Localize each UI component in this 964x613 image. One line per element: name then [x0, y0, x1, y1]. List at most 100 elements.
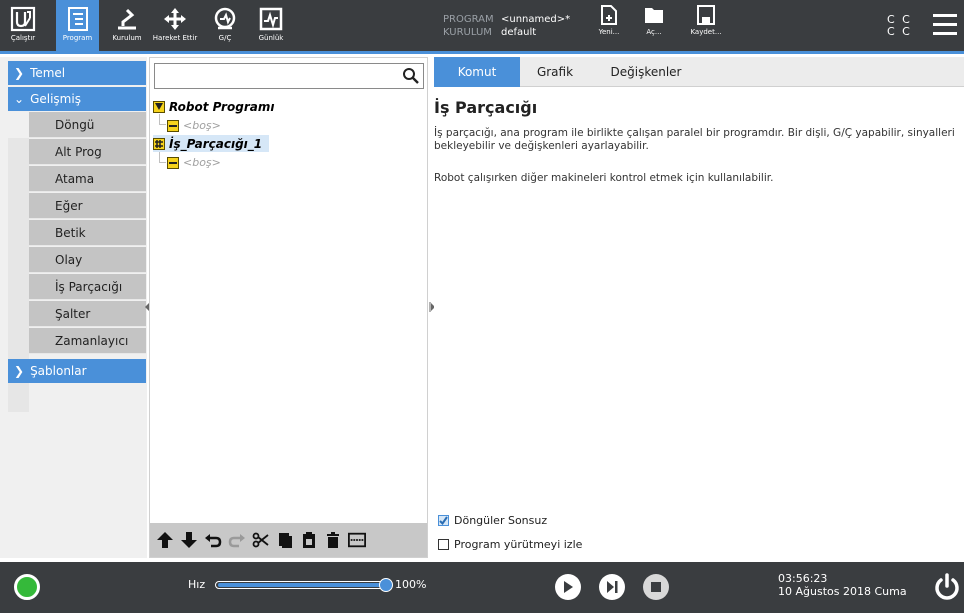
loop-forever-label: Döngüler Sonsuz: [454, 514, 548, 527]
date-display: 10 Ağustos 2018 Cuma: [778, 585, 907, 598]
collapse-triangle-icon[interactable]: [153, 100, 165, 113]
program-name: <unnamed>*: [501, 14, 571, 25]
thread-icon: [153, 137, 165, 150]
chevron-down-icon: ⌄: [14, 92, 25, 106]
robot-status-indicator[interactable]: [14, 574, 40, 600]
tree-node-label: Robot Programı: [169, 99, 275, 114]
loop-forever-option[interactable]: Döngüler Sonsuz: [438, 514, 547, 527]
tree-connector: [159, 162, 166, 163]
move-down-icon[interactable]: [180, 531, 198, 549]
speed-slider-fill: [218, 583, 386, 587]
nav-log-label: Günlük: [258, 34, 284, 42]
loop-forever-checkbox[interactable]: [438, 515, 449, 526]
empty-node-icon: [167, 156, 179, 169]
left-nav: ❯ Temel ⌄ Gelişmiş Döngü Alt Prog Atama …: [0, 57, 147, 558]
track-execution-label: Program yürütmeyi izle: [454, 538, 583, 551]
open-label: Aç...: [646, 28, 662, 36]
top-bar: Çalıştır Program Kurulum Hareket Ettir G…: [0, 0, 964, 54]
nav-item-loop[interactable]: Döngü: [29, 112, 146, 138]
nav-item-if[interactable]: Eğer: [29, 193, 146, 219]
nav-templates[interactable]: ❯ Şablonlar: [8, 359, 146, 383]
nav-item-label: Betik: [55, 225, 86, 240]
search-icon[interactable]: [402, 67, 420, 85]
save-button[interactable]: Kaydet...: [686, 4, 726, 36]
nav-item-thread[interactable]: İş Parçacığı: [29, 274, 146, 300]
nav-item-label: Şalter: [55, 306, 91, 321]
suppress-icon[interactable]: [348, 531, 366, 549]
program-icon: [67, 7, 88, 31]
copy-icon[interactable]: [276, 531, 294, 549]
nav-item-label: Zamanlayıcı: [55, 333, 129, 348]
cut-icon[interactable]: [252, 531, 270, 549]
tree-node-label: <boş>: [183, 156, 221, 169]
tab-variables[interactable]: Değişkenler: [590, 57, 702, 87]
nav-run[interactable]: Çalıştır: [0, 0, 46, 51]
tab-command[interactable]: Komut: [434, 57, 520, 87]
new-button[interactable]: Yeni...: [589, 4, 629, 36]
tree-connector: [159, 114, 160, 124]
speed-slider-knob[interactable]: [379, 578, 393, 592]
log-icon: [259, 7, 283, 31]
hamburger-menu-icon[interactable]: [933, 14, 957, 36]
tab-label: Komut: [457, 65, 497, 79]
move-up-icon[interactable]: [156, 531, 174, 549]
installation-name: default: [501, 27, 537, 38]
nav-program[interactable]: Program: [56, 0, 99, 51]
nav-item-assign[interactable]: Atama: [29, 166, 146, 192]
tree-node-label: İş_Parçacığı_1: [169, 136, 263, 151]
nav-templates-label: Şablonlar: [30, 364, 87, 378]
checkmark-icon: [439, 516, 448, 525]
nav-item-script[interactable]: Betik: [29, 220, 146, 246]
nav-item-switch[interactable]: Şalter: [29, 301, 146, 327]
step-button[interactable]: [599, 574, 625, 600]
nav-item-label: Döngü: [55, 117, 95, 132]
stop-button[interactable]: [643, 574, 669, 600]
tab-bar: Komut Grafik Değişkenler: [434, 57, 964, 87]
nav-move[interactable]: Hareket Ettir: [150, 0, 200, 51]
installation-key: KURULUM: [443, 27, 492, 38]
redo-icon[interactable]: [228, 531, 246, 549]
program-key: PROGRAM: [443, 14, 494, 25]
paste-icon[interactable]: [300, 531, 318, 549]
nav-installation[interactable]: Kurulum: [107, 0, 147, 51]
tree-node-thread[interactable]: İş_Parçacığı_1: [153, 135, 269, 152]
nav-item-label: Olay: [55, 252, 83, 267]
nav-program-label: Program: [62, 34, 93, 42]
track-execution-checkbox[interactable]: [438, 539, 449, 550]
stop-icon: [651, 582, 661, 592]
tree-node-robot-program[interactable]: Robot Programı: [153, 98, 274, 115]
power-icon[interactable]: [933, 573, 961, 601]
command-panel: Komut Grafik Değişkenler İş Parçacığı İş…: [434, 57, 964, 558]
nav-log[interactable]: Günlük: [252, 0, 290, 51]
nav-item-timer[interactable]: Zamanlayıcı: [29, 328, 146, 354]
track-execution-option[interactable]: Program yürütmeyi izle: [438, 538, 582, 551]
play-icon: [564, 581, 573, 593]
command-heading: İş Parçacığı: [434, 98, 538, 117]
play-button[interactable]: [555, 574, 581, 600]
tab-graphics[interactable]: Grafik: [520, 57, 590, 87]
search-input[interactable]: [154, 63, 424, 89]
move-arrows-icon: [164, 8, 186, 30]
top-bar-accent: [0, 51, 964, 54]
nav-advanced[interactable]: ⌄ Gelişmiş: [8, 87, 146, 111]
nav-io[interactable]: G/Ç: [208, 0, 242, 51]
tree-node-empty[interactable]: <boş>: [167, 154, 221, 171]
new-label: Yeni...: [598, 28, 620, 36]
robot-arm-icon: [118, 8, 136, 30]
nav-item-subprog[interactable]: Alt Prog: [29, 139, 146, 165]
open-button[interactable]: Aç...: [634, 4, 674, 36]
tree-node-empty[interactable]: <boş>: [167, 117, 221, 134]
undo-icon[interactable]: [204, 531, 222, 549]
bottom-bar: Hız 100% 03:56:23 10 Ağustos 2018 Cuma: [0, 562, 964, 613]
delete-icon[interactable]: [324, 531, 342, 549]
chevron-right-icon: ❯: [14, 66, 25, 80]
tree-connector: [159, 152, 160, 162]
ur-logo-icon: [10, 6, 36, 32]
cc-indicator[interactable]: C C C C: [887, 14, 912, 38]
empty-node-icon: [167, 119, 179, 132]
datetime-display: 03:56:23 10 Ağustos 2018 Cuma: [778, 572, 907, 598]
nav-item-event[interactable]: Olay: [29, 247, 146, 273]
nav-advanced-label: Gelişmiş: [30, 92, 81, 106]
nav-basic[interactable]: ❯ Temel: [8, 61, 146, 85]
nav-basic-label: Temel: [30, 66, 66, 80]
